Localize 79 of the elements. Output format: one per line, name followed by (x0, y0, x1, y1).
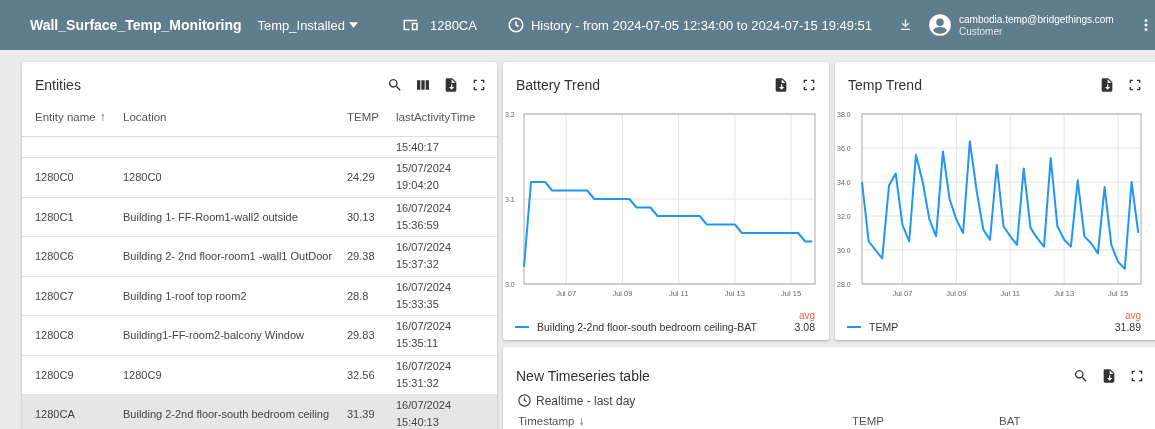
fullscreen-icon[interactable] (1127, 77, 1143, 93)
file-export-icon[interactable] (1099, 77, 1115, 93)
history-timewindow[interactable]: History - from 2024-07-05 12:34:00 to 2024-07-15 19:49:51 (506, 16, 873, 34)
table-row[interactable]: 1280C0 1280C0 24.29 15/07/2024 19:04:20 (22, 158, 497, 198)
user-email: cambodia.temp@bridgethings.com (959, 13, 1115, 26)
fullscreen-icon[interactable] (1129, 368, 1145, 384)
table-cell-text: 16/07/2024 15:31:32 (396, 358, 453, 391)
table-cell-text: Building 2-2nd floor-south bedroom ceiling (123, 408, 331, 421)
table-cell-text: 1280C0 (35, 171, 75, 184)
avg-label: avg (798, 310, 815, 321)
table-cell-text: 16/07/2024 15:40:13 (396, 398, 453, 429)
table-cell-text: 15/07/2024 19:04:20 (396, 161, 453, 194)
fullscreen-icon[interactable] (801, 77, 817, 93)
file-export-icon[interactable] (773, 77, 789, 93)
table-cell-text: 15:40:17 (396, 141, 440, 153)
clock-icon (517, 393, 532, 408)
column-header[interactable]: TEMP (852, 415, 884, 427)
table-cell-text: 32.56 (347, 368, 376, 381)
dashboard-title: Wall_Surface_Temp_Monitoring (30, 17, 243, 33)
table-cell-text: 1280C8 (35, 329, 75, 342)
column-header[interactable]: Entity name (35, 111, 96, 123)
avg-value: 3.08 (794, 321, 815, 333)
column-header[interactable]: Timestamp (518, 415, 575, 427)
column-header[interactable]: BAT (999, 415, 1021, 427)
table-cell-text: 16/07/2024 15:37:32 (396, 240, 453, 273)
search-icon[interactable] (1073, 368, 1089, 384)
table-cell-text: Building 1- FF-Room1-wall2 outside (123, 210, 299, 223)
state-dropdown[interactable]: Temp_Installed (257, 17, 358, 33)
table-row[interactable]: 1280C7 Building 1-roof top room2 28.8 16/07/2024 15:33:35 (22, 276, 497, 316)
table-cell-text: 24.29 (347, 171, 376, 184)
table-cell-text: Building 2- 2nd floor-room1 -wall1 OutDoor (123, 250, 334, 263)
table-cell-text: 1280CA (35, 408, 76, 421)
table-cell-text: 1280C9 (35, 368, 75, 381)
table-cell-text: 1280C1 (35, 210, 75, 223)
clock-icon (506, 16, 525, 34)
caret-icon (348, 22, 358, 28)
table-cell-text: Building 1-roof top room2 (123, 289, 248, 302)
sort-arrow[interactable]: ↑ (99, 110, 106, 124)
table-row[interactable]: 1280C6 Building 2- 2nd floor-room1 -wall1 OutDoor 29.38 16/07/2024 15:37:32 (22, 237, 497, 277)
device-name[interactable]: 1280CA (429, 17, 477, 33)
search-icon[interactable] (387, 77, 403, 93)
column-header[interactable]: Location (123, 111, 167, 123)
columns-icon[interactable] (415, 77, 431, 93)
table-cell-text: 1280C0 (123, 171, 163, 184)
file-export-icon[interactable] (443, 77, 459, 93)
card-title: Temp Trend (848, 77, 923, 93)
table-cell-text: 31.39 (347, 408, 376, 421)
table-cell-text: 16/07/2024 15:33:35 (396, 279, 453, 312)
avg-value: 31.89 (1114, 321, 1141, 333)
avg-label: avg (1124, 310, 1141, 321)
column-header[interactable]: lastActivityTime (396, 111, 476, 123)
table-row[interactable]: 15:40:17 (22, 137, 497, 158)
table-cell-text: Building1-FF-room2-balcony Window (123, 329, 305, 342)
legend-line-icon (847, 326, 861, 328)
table-cell-text: 28.8 (347, 289, 370, 302)
table-cell-text: 29.83 (347, 329, 376, 342)
table-cell-text: 16/07/2024 15:36:59 (396, 200, 453, 233)
timewindow-label: Realtime - last day (536, 393, 636, 408)
legend-line-icon (515, 326, 529, 328)
user-role: Customer (959, 26, 1004, 37)
table-cell-text: 1280C9 (123, 368, 163, 381)
file-export-icon[interactable] (1101, 368, 1117, 384)
legend-label: Building 2-2nd floor-south bedroom ceiling-BAT (537, 321, 758, 333)
table-cell-text: 30.13 (347, 210, 376, 223)
table-row[interactable]: 1280C1 Building 1- FF-Room1-wall2 outside 30.13 16/07/2024 15:36:59 (22, 197, 497, 237)
table-cell-text: 29.38 (347, 250, 376, 263)
column-header[interactable]: TEMP (347, 111, 379, 123)
card-title: New Timeseries table (516, 368, 651, 384)
card-title: Battery Trend (516, 77, 602, 93)
account-icon[interactable] (927, 12, 953, 38)
table-row[interactable]: 1280C8 Building1-FF-room2-balcony Window 29.83 16/07/2024 15:35:11 (22, 316, 497, 356)
table-row[interactable]: 1280CA Building 2-2nd floor-south bedroom ceiling 31.39 16/07/2024 15:40:13 (22, 395, 497, 429)
table-cell-text: 1280C7 (35, 289, 75, 302)
legend-label: TEMP (869, 321, 900, 333)
table-cell-text: 16/07/2024 15:35:11 (396, 319, 453, 352)
card-title: Entities (35, 77, 82, 93)
table-cell-text: 1280C6 (35, 250, 75, 263)
sort-arrow[interactable]: ↓ (578, 414, 585, 428)
fullscreen-icon[interactable] (471, 77, 487, 93)
